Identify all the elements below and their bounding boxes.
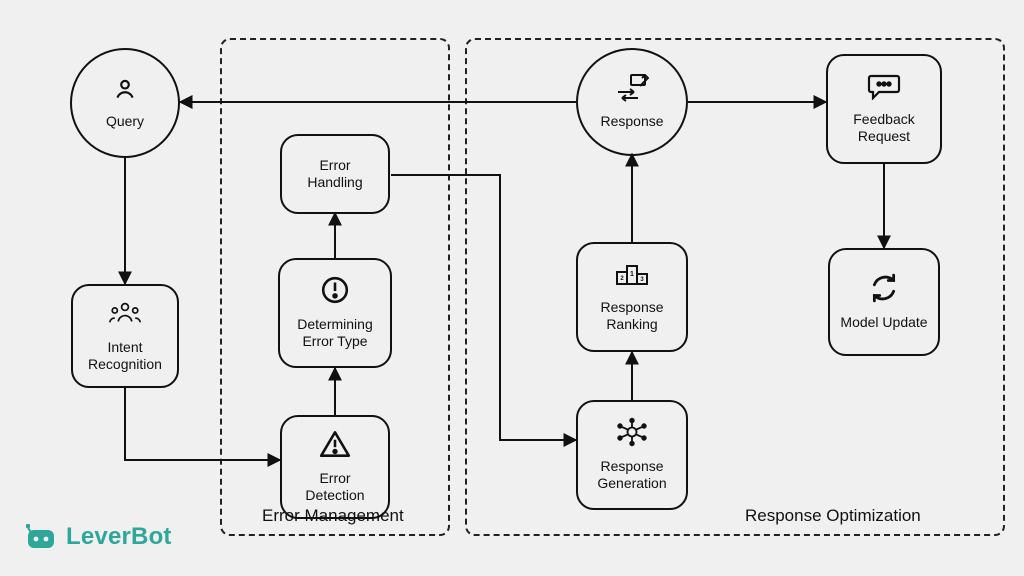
- warning-circle-icon: [320, 275, 350, 310]
- node-label: Feedback Request: [836, 111, 932, 146]
- group-people-icon: [108, 298, 142, 333]
- node-label: Response: [600, 113, 663, 131]
- node-label: Intent Recognition: [81, 339, 169, 374]
- node-error-detection: Error Detection: [280, 415, 390, 519]
- svg-text:1: 1: [630, 271, 634, 278]
- logo-text: LeverBot: [66, 523, 172, 551]
- node-response: Response: [576, 48, 688, 156]
- node-query: Query: [70, 48, 180, 158]
- svg-text:3: 3: [640, 277, 644, 283]
- refresh-icon: [869, 273, 899, 308]
- node-label: Determining Error Type: [288, 316, 382, 351]
- node-intent-recognition: Intent Recognition: [71, 284, 179, 388]
- node-label: Response Generation: [586, 458, 678, 493]
- chat-bubble-icon: [867, 72, 901, 105]
- node-response-generation: Response Generation: [576, 400, 688, 510]
- network-person-icon: [615, 417, 649, 452]
- svg-text:2: 2: [620, 276, 624, 282]
- node-label: Error Handling: [290, 157, 380, 192]
- compose-swap-icon: [615, 74, 649, 107]
- node-determining-error-type: Determining Error Type: [278, 258, 392, 368]
- node-error-handling: Error Handling: [280, 134, 390, 214]
- node-label: Model Update: [840, 314, 927, 332]
- node-label: Query: [106, 113, 144, 131]
- node-response-ranking: 1 2 3 Response Ranking: [576, 242, 688, 352]
- user-icon: [112, 76, 138, 107]
- leverbot-logo: LeverBot: [24, 522, 172, 552]
- node-model-update: Model Update: [828, 248, 940, 356]
- node-label: Error Detection: [290, 470, 380, 505]
- node-label: Response Ranking: [586, 299, 678, 334]
- robot-icon: [24, 522, 58, 552]
- diagram-canvas: Error Management Response Optimization: [0, 0, 1024, 576]
- group-label-response-optimization: Response Optimization: [745, 506, 921, 526]
- node-feedback-request: Feedback Request: [826, 54, 942, 164]
- podium-icon: 1 2 3: [614, 260, 650, 293]
- warning-triangle-icon: [318, 429, 352, 464]
